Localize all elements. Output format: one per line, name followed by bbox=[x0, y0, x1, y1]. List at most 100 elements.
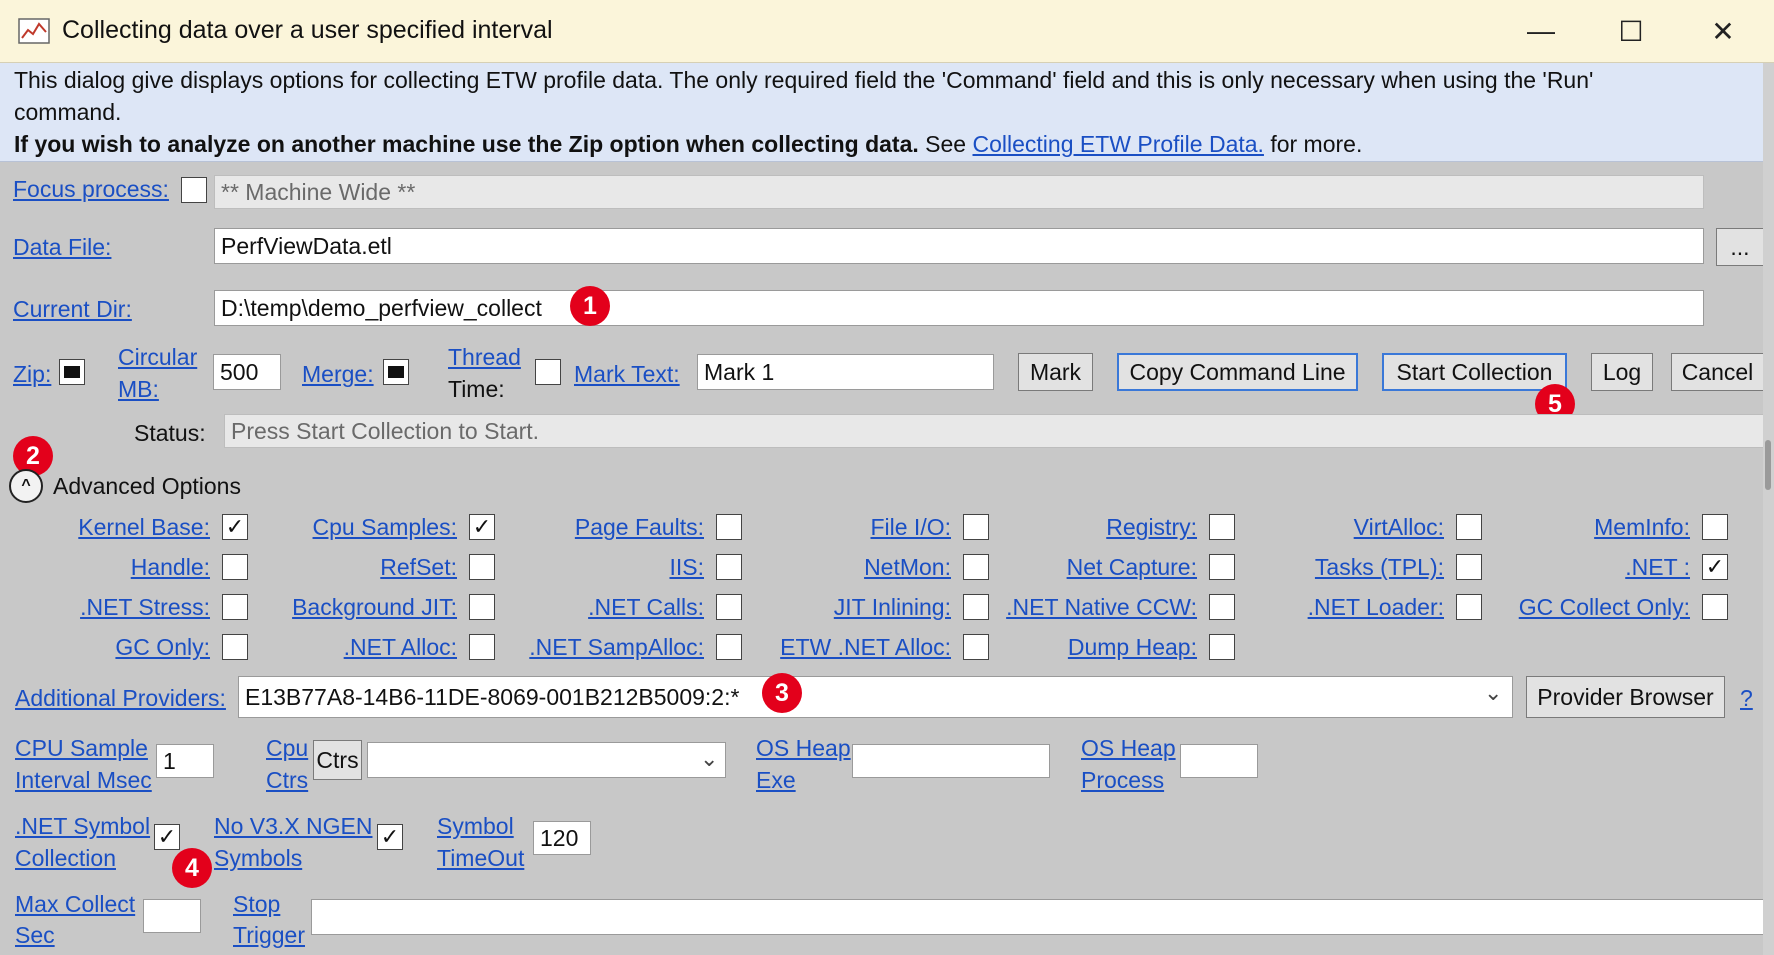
data-file-link[interactable]: Data File: bbox=[13, 234, 111, 261]
max-collect-link-2[interactable]: Sec bbox=[15, 922, 55, 949]
focus-process-input[interactable]: ** Machine Wide ** bbox=[214, 175, 1704, 209]
option-kernel-base-checkbox[interactable]: ✓ bbox=[222, 514, 248, 540]
thread-time-checkbox[interactable] bbox=[535, 359, 561, 385]
stop-trigger-link-2[interactable]: Trigger bbox=[233, 922, 305, 949]
provider-browser-button[interactable]: Provider Browser bbox=[1526, 676, 1725, 718]
net-symbol-checkbox[interactable]: ✓ bbox=[154, 824, 180, 850]
merge-checkbox[interactable] bbox=[383, 359, 409, 385]
zip-link[interactable]: Zip: bbox=[13, 361, 51, 388]
net-symbol-link-2[interactable]: Collection bbox=[15, 845, 116, 872]
option-net-alloc-link[interactable]: .NET Alloc: bbox=[344, 634, 457, 661]
cancel-button[interactable]: Cancel bbox=[1671, 353, 1764, 391]
symbol-timeout-link-1[interactable]: Symbol bbox=[437, 813, 514, 840]
option-net-loader-checkbox[interactable] bbox=[1456, 594, 1482, 620]
close-button[interactable]: ✕ bbox=[1688, 8, 1758, 54]
option-tasks-tpl-link[interactable]: Tasks (TPL): bbox=[1315, 554, 1444, 581]
os-heap-exe-link-2[interactable]: Exe bbox=[756, 767, 796, 794]
stop-trigger-input[interactable] bbox=[311, 899, 1764, 935]
cpu-ctrs-dropdown[interactable] bbox=[367, 742, 726, 778]
os-heap-process-input[interactable] bbox=[1180, 744, 1258, 778]
option-net-native-ccw-link[interactable]: .NET Native CCW: bbox=[1006, 594, 1197, 621]
option-net-sampalloc-checkbox[interactable] bbox=[716, 634, 742, 660]
scrollbar-thumb[interactable] bbox=[1765, 440, 1771, 490]
option-registry-checkbox[interactable] bbox=[1209, 514, 1235, 540]
cpu-ctrs-link-1[interactable]: Cpu bbox=[266, 735, 308, 762]
option-etw-net-alloc-link[interactable]: ETW .NET Alloc: bbox=[780, 634, 951, 661]
option-net-stress-checkbox[interactable] bbox=[222, 594, 248, 620]
no-v3x-ngen-link-2[interactable]: Symbols bbox=[214, 845, 302, 872]
option-refset-link[interactable]: RefSet: bbox=[380, 554, 457, 581]
option-cpu-samples-link[interactable]: Cpu Samples: bbox=[313, 514, 457, 541]
option-net-loader-link[interactable]: .NET Loader: bbox=[1308, 594, 1444, 621]
option-net-sampalloc-link[interactable]: .NET SampAlloc: bbox=[529, 634, 704, 661]
option-gc-collect-only-checkbox[interactable] bbox=[1702, 594, 1728, 620]
option-net-link[interactable]: .NET : bbox=[1625, 554, 1690, 581]
option-jit-inlining-checkbox[interactable] bbox=[963, 594, 989, 620]
option-handle-checkbox[interactable] bbox=[222, 554, 248, 580]
cpu-sample-input[interactable]: 1 bbox=[156, 744, 214, 778]
net-symbol-link-1[interactable]: .NET Symbol bbox=[15, 813, 150, 840]
focus-process-link[interactable]: Focus process: bbox=[13, 176, 169, 203]
option-registry-link[interactable]: Registry: bbox=[1106, 514, 1197, 541]
circular-mb-link-1[interactable]: Circular bbox=[118, 344, 197, 371]
option-handle-link[interactable]: Handle: bbox=[131, 554, 210, 581]
vertical-scrollbar[interactable] bbox=[1763, 63, 1774, 955]
maximize-button[interactable]: ☐ bbox=[1596, 8, 1666, 54]
option-background-jit-checkbox[interactable] bbox=[469, 594, 495, 620]
option-virtalloc-checkbox[interactable] bbox=[1456, 514, 1482, 540]
option-iis-checkbox[interactable] bbox=[716, 554, 742, 580]
thread-time-link-1[interactable]: Thread bbox=[448, 344, 521, 371]
help-link[interactable]: ? bbox=[1740, 685, 1753, 712]
option-refset-checkbox[interactable] bbox=[469, 554, 495, 580]
option-jit-inlining-link[interactable]: JIT Inlining: bbox=[834, 594, 951, 621]
option-net-calls-link[interactable]: .NET Calls: bbox=[588, 594, 704, 621]
cpu-ctrs-link-2[interactable]: Ctrs bbox=[266, 767, 308, 794]
log-button[interactable]: Log bbox=[1591, 353, 1653, 391]
mark-text-input[interactable]: Mark 1 bbox=[697, 354, 994, 390]
option-netmon-checkbox[interactable] bbox=[963, 554, 989, 580]
os-heap-exe-link-1[interactable]: OS Heap bbox=[756, 735, 851, 762]
option-background-jit-link[interactable]: Background JIT: bbox=[292, 594, 457, 621]
current-dir-input[interactable]: D:\temp\demo_perfview_collect bbox=[214, 290, 1704, 326]
option-tasks-tpl-checkbox[interactable] bbox=[1456, 554, 1482, 580]
option-net-capture-checkbox[interactable] bbox=[1209, 554, 1235, 580]
option-iis-link[interactable]: IIS: bbox=[669, 554, 704, 581]
circular-mb-input[interactable]: 500 bbox=[213, 354, 281, 390]
symbol-timeout-input[interactable]: 120 bbox=[533, 821, 591, 855]
option-meminfo-checkbox[interactable] bbox=[1702, 514, 1728, 540]
browse-button[interactable]: ... bbox=[1716, 228, 1764, 266]
no-v3x-ngen-checkbox[interactable]: ✓ bbox=[377, 824, 403, 850]
zip-checkbox[interactable] bbox=[59, 359, 85, 385]
option-file-i-o-link[interactable]: File I/O: bbox=[870, 514, 951, 541]
ctrs-dropdown-icon[interactable]: ⌄ bbox=[700, 746, 718, 772]
option-etw-net-alloc-checkbox[interactable] bbox=[963, 634, 989, 660]
option-net-stress-link[interactable]: .NET Stress: bbox=[80, 594, 210, 621]
additional-providers-input[interactable]: E13B77A8-14B6-11DE-8069-001B212B5009:2:* bbox=[238, 676, 1513, 718]
option-net-calls-checkbox[interactable] bbox=[716, 594, 742, 620]
copy-command-line-button[interactable]: Copy Command Line bbox=[1117, 353, 1358, 391]
data-file-input[interactable]: PerfViewData.etl bbox=[214, 228, 1704, 264]
option-net-native-ccw-checkbox[interactable] bbox=[1209, 594, 1235, 620]
collecting-etw-link[interactable]: Collecting ETW Profile Data. bbox=[973, 131, 1264, 157]
option-file-i-o-checkbox[interactable] bbox=[963, 514, 989, 540]
option-net-alloc-checkbox[interactable] bbox=[469, 634, 495, 660]
start-collection-button[interactable]: Start Collection bbox=[1382, 353, 1567, 391]
cpu-sample-link-2[interactable]: Interval Msec bbox=[15, 767, 152, 794]
mark-button[interactable]: Mark bbox=[1018, 353, 1093, 391]
symbol-timeout-link-2[interactable]: TimeOut bbox=[437, 845, 524, 872]
circular-mb-link-2[interactable]: MB: bbox=[118, 376, 159, 403]
option-kernel-base-link[interactable]: Kernel Base: bbox=[78, 514, 210, 541]
os-heap-process-link-2[interactable]: Process bbox=[1081, 767, 1164, 794]
option-net-checkbox[interactable]: ✓ bbox=[1702, 554, 1728, 580]
max-collect-link-1[interactable]: Max Collect bbox=[15, 891, 135, 918]
cpu-sample-link-1[interactable]: CPU Sample bbox=[15, 735, 148, 762]
no-v3x-ngen-link-1[interactable]: No V3.X NGEN bbox=[214, 813, 373, 840]
option-virtalloc-link[interactable]: VirtAlloc: bbox=[1354, 514, 1444, 541]
stop-trigger-link-1[interactable]: Stop bbox=[233, 891, 280, 918]
option-meminfo-link[interactable]: MemInfo: bbox=[1594, 514, 1690, 541]
additional-providers-link[interactable]: Additional Providers: bbox=[15, 685, 226, 712]
option-page-faults-link[interactable]: Page Faults: bbox=[575, 514, 704, 541]
merge-link[interactable]: Merge: bbox=[302, 361, 374, 388]
option-net-capture-link[interactable]: Net Capture: bbox=[1067, 554, 1197, 581]
option-dump-heap-link[interactable]: Dump Heap: bbox=[1068, 634, 1197, 661]
